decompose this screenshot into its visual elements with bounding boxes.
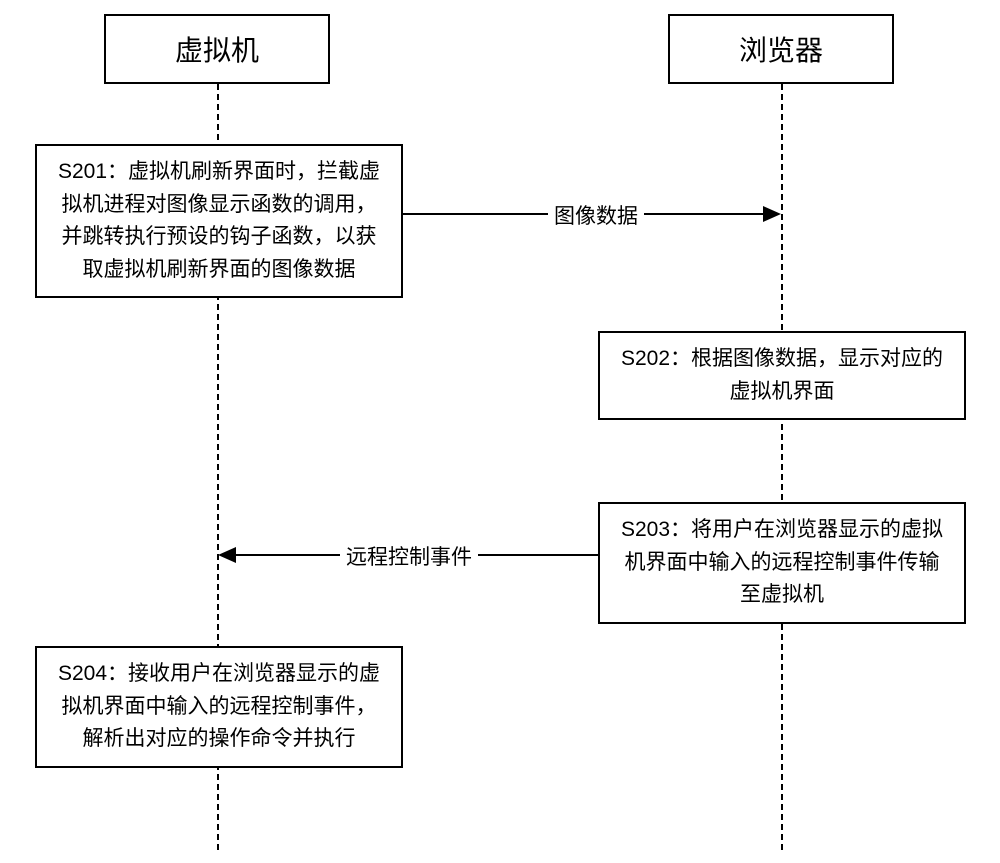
- participant-browser: 浏览器: [668, 14, 894, 84]
- participant-vm: 虚拟机: [104, 14, 330, 84]
- step-s204: S204：接收用户在浏览器显示的虚拟机界面中输入的远程控制事件，解析出对应的操作…: [35, 646, 403, 768]
- step-s202-text: S202：根据图像数据，显示对应的虚拟机界面: [621, 347, 943, 403]
- step-s203-text: S203：将用户在浏览器显示的虚拟机界面中输入的远程控制事件传输至虚拟机: [621, 518, 943, 606]
- step-s204-text: S204：接收用户在浏览器显示的虚拟机界面中输入的远程控制事件，解析出对应的操作…: [58, 662, 380, 750]
- participant-vm-label: 虚拟机: [175, 29, 259, 69]
- step-s203: S203：将用户在浏览器显示的虚拟机界面中输入的远程控制事件传输至虚拟机: [598, 502, 966, 624]
- arrow-image-data-label: 图像数据: [548, 200, 644, 230]
- participant-browser-label: 浏览器: [739, 29, 823, 69]
- arrow-image-data-head: [763, 206, 781, 222]
- arrow-remote-event-head: [218, 547, 236, 563]
- step-s202: S202：根据图像数据，显示对应的虚拟机界面: [598, 331, 966, 420]
- step-s201: S201：虚拟机刷新界面时，拦截虚拟机进程对图像显示函数的调用，并跳转执行预设的…: [35, 144, 403, 298]
- step-s201-text: S201：虚拟机刷新界面时，拦截虚拟机进程对图像显示函数的调用，并跳转执行预设的…: [58, 160, 380, 281]
- arrow-remote-event-label: 远程控制事件: [340, 541, 478, 571]
- lifeline-browser: [781, 84, 783, 850]
